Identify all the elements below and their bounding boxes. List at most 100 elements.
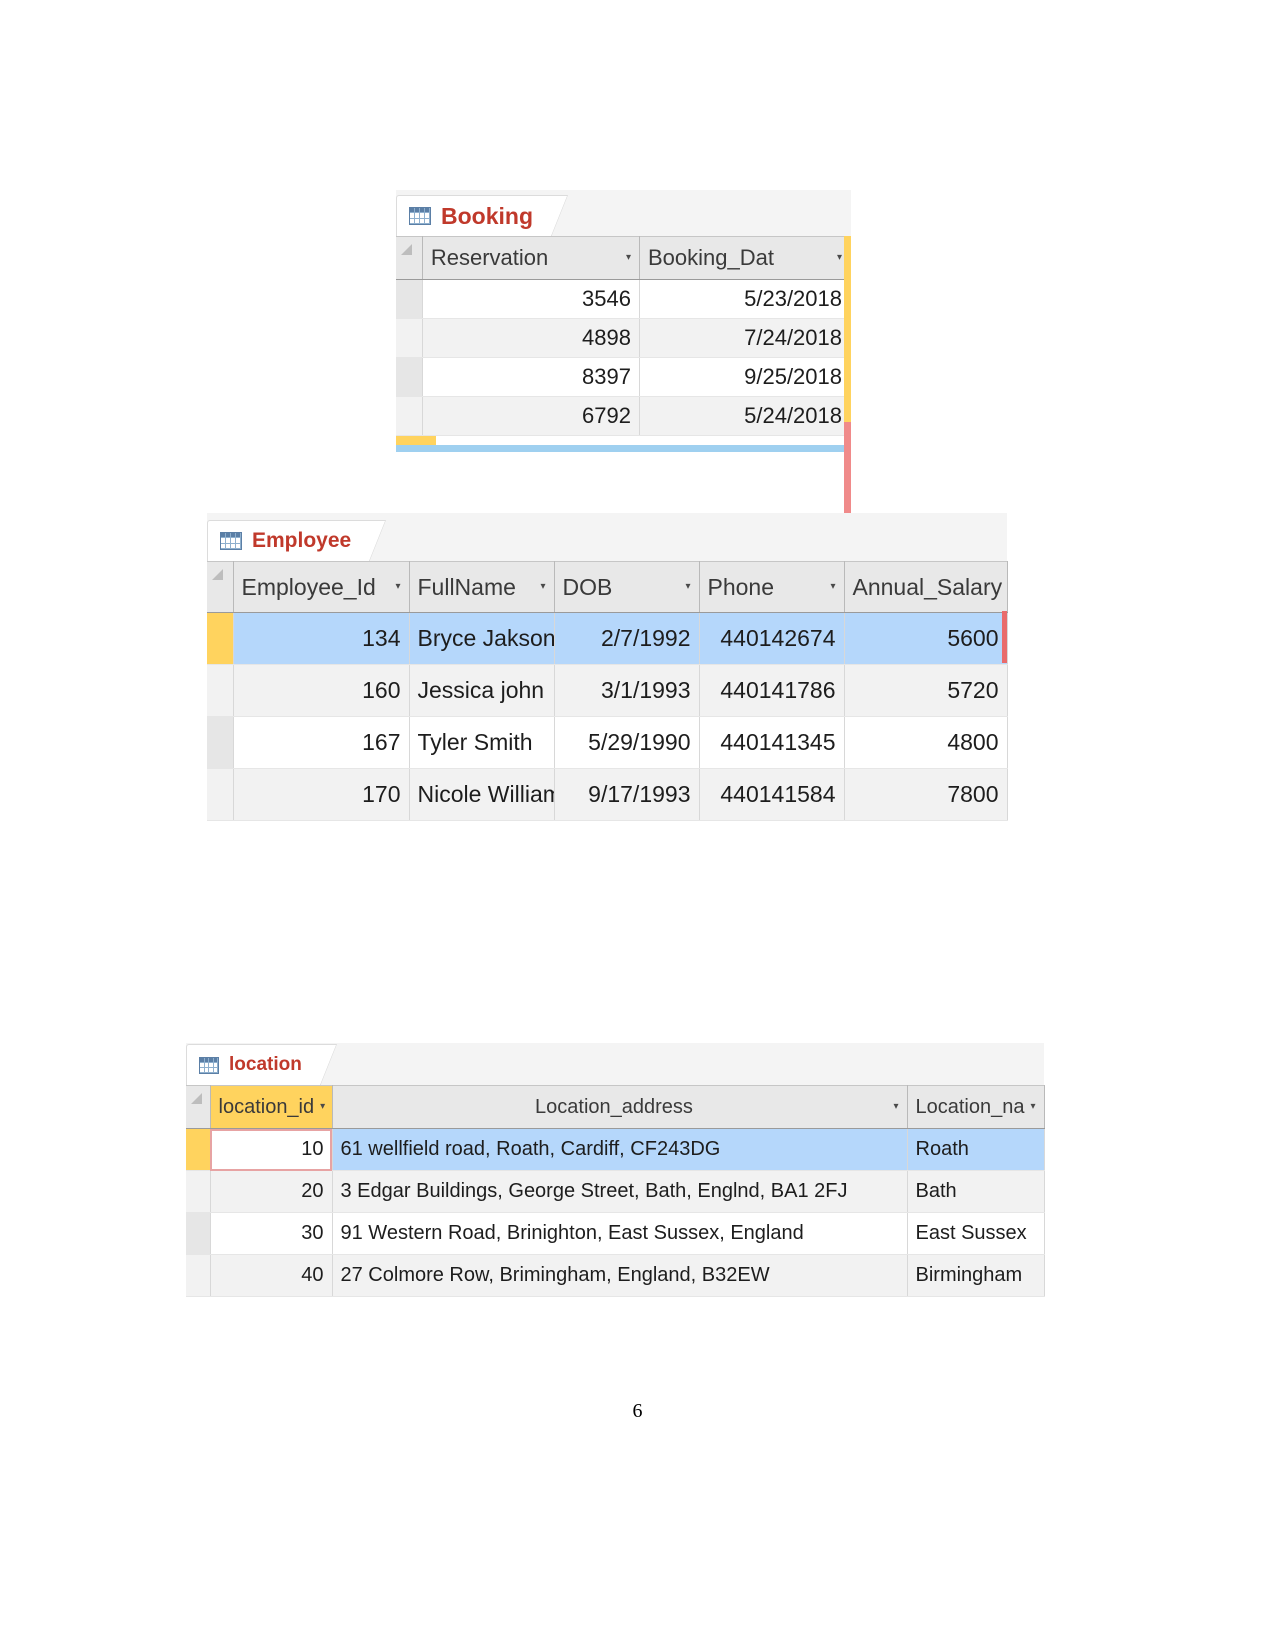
row-selector[interactable]	[186, 1254, 211, 1297]
cell-dob[interactable]: 9/17/1993	[554, 768, 700, 821]
cell-phone[interactable]: 440141345	[699, 716, 845, 769]
row-selector[interactable]	[186, 1170, 211, 1213]
cell-fullname[interactable]: Nicole William	[409, 768, 555, 821]
chevron-down-icon[interactable]: ▾	[837, 253, 842, 263]
column-header-location-name[interactable]: Location_na ▾	[907, 1085, 1045, 1129]
cell-location-name[interactable]: Roath	[907, 1128, 1045, 1171]
tab-label-location: location	[229, 1054, 302, 1075]
booking-datasheet: Booking Reservation ▾ Booking_Dat ▾ 3546…	[396, 190, 852, 606]
column-header-dob[interactable]: DOB ▾	[554, 561, 700, 613]
chevron-down-icon[interactable]: ▾	[540, 582, 545, 592]
cell-phone[interactable]: 440141786	[699, 664, 845, 717]
table-row[interactable]: 134 Bryce Jakson 2/7/1992 440142674 5600	[207, 612, 1008, 665]
row-selector[interactable]	[207, 716, 234, 769]
table-row[interactable]: 20 3 Edgar Buildings, George Street, Bat…	[186, 1170, 1045, 1213]
table-row[interactable]: 6792 5/24/2018	[396, 396, 852, 436]
row-selector-current[interactable]	[207, 612, 234, 665]
column-header-location-id[interactable]: location_id ▾	[210, 1085, 333, 1129]
cell-location-address[interactable]: 3 Edgar Buildings, George Street, Bath, …	[332, 1170, 908, 1213]
cell-location-address[interactable]: 61 wellfield road, Roath, Cardiff, CF243…	[332, 1128, 908, 1171]
table-row[interactable]: 167 Tyler Smith 5/29/1990 440141345 4800	[207, 716, 1008, 769]
table-row[interactable]: 8397 9/25/2018	[396, 357, 852, 397]
cell-annual-salary[interactable]: 5600	[844, 612, 1008, 665]
cell-reservation[interactable]: 4898	[422, 318, 640, 358]
cell-booking-date[interactable]: 5/23/2018	[639, 279, 852, 319]
cell-booking-date[interactable]: 5/24/2018	[639, 396, 852, 436]
chevron-down-icon[interactable]: ▾	[830, 582, 835, 592]
table-row[interactable]: 4898 7/24/2018	[396, 318, 852, 358]
table-row[interactable]: 30 91 Western Road, Brinighton, East Sus…	[186, 1212, 1045, 1255]
cell-reservation[interactable]: 6792	[422, 396, 640, 436]
cell-employee-id[interactable]: 160	[233, 664, 410, 717]
cell-booking-date[interactable]: 9/25/2018	[639, 357, 852, 397]
row-selector[interactable]	[186, 1212, 211, 1255]
booking-grid: Reservation ▾ Booking_Dat ▾ 3546 5/23/20…	[396, 236, 852, 436]
location-grid: location_id ▾ Location_address ▾ Locatio…	[186, 1085, 1045, 1297]
cell-dob[interactable]: 5/29/1990	[554, 716, 700, 769]
cell-annual-salary[interactable]: 4800	[844, 716, 1008, 769]
cell-dob[interactable]: 2/7/1992	[554, 612, 700, 665]
chevron-down-icon[interactable]: ▾	[685, 582, 690, 592]
select-all-corner[interactable]	[396, 236, 423, 280]
cell-fullname[interactable]: Jessica john	[409, 664, 555, 717]
cell-phone[interactable]: 440141584	[699, 768, 845, 821]
select-all-corner[interactable]	[207, 561, 234, 613]
column-header-booking-date[interactable]: Booking_Dat ▾	[639, 236, 852, 280]
row-selector[interactable]	[396, 279, 423, 319]
table-row[interactable]: 170 Nicole William 9/17/1993 440141584 7…	[207, 768, 1008, 821]
location-header-row: location_id ▾ Location_address ▾ Locatio…	[186, 1085, 1045, 1129]
column-header-annual-salary[interactable]: Annual_Salary ▾	[844, 561, 1008, 613]
cell-employee-id[interactable]: 170	[233, 768, 410, 821]
cell-reservation[interactable]: 3546	[422, 279, 640, 319]
cell-booking-date[interactable]: 7/24/2018	[639, 318, 852, 358]
cell-location-id[interactable]: 30	[210, 1212, 333, 1255]
cell-phone[interactable]: 440142674	[699, 612, 845, 665]
column-header-fullname[interactable]: FullName ▾	[409, 561, 555, 613]
table-grid-icon	[409, 207, 431, 225]
select-all-corner[interactable]	[186, 1085, 211, 1129]
column-header-reservation[interactable]: Reservation ▾	[422, 236, 640, 280]
chevron-down-icon[interactable]: ▾	[893, 1102, 898, 1112]
cell-location-name[interactable]: East Sussex	[907, 1212, 1045, 1255]
cell-location-address[interactable]: 91 Western Road, Brinighton, East Sussex…	[332, 1212, 908, 1255]
row-selector[interactable]	[396, 357, 423, 397]
chevron-down-icon[interactable]: ▾	[320, 1102, 325, 1112]
row-selector[interactable]	[396, 396, 423, 436]
table-row[interactable]: 40 27 Colmore Row, Brimingham, England, …	[186, 1254, 1045, 1297]
cell-fullname[interactable]: Tyler Smith	[409, 716, 555, 769]
column-header-phone[interactable]: Phone ▾	[699, 561, 845, 613]
cell-reservation[interactable]: 8397	[422, 357, 640, 397]
cell-annual-salary[interactable]: 5720	[844, 664, 1008, 717]
column-label-annual-salary: Annual_Salary	[852, 573, 1003, 600]
cell-location-id[interactable]: 40	[210, 1254, 333, 1297]
row-selector[interactable]	[207, 664, 234, 717]
row-selector[interactable]	[207, 768, 234, 821]
column-label-location-id: location_id	[218, 1095, 315, 1118]
column-label-phone: Phone	[707, 573, 775, 600]
column-header-location-address[interactable]: Location_address ▾	[332, 1085, 908, 1129]
row-selector[interactable]	[396, 318, 423, 358]
cell-employee-id[interactable]: 134	[233, 612, 410, 665]
cell-location-name[interactable]: Birmingham	[907, 1254, 1045, 1297]
table-row[interactable]: 160 Jessica john 3/1/1993 440141786 5720	[207, 664, 1008, 717]
cell-fullname[interactable]: Bryce Jakson	[409, 612, 555, 665]
cell-location-id[interactable]: 20	[210, 1170, 333, 1213]
table-row[interactable]: 3546 5/23/2018	[396, 279, 852, 319]
column-header-employee-id[interactable]: Employee_Id ▾	[233, 561, 410, 613]
cell-location-name[interactable]: Bath	[907, 1170, 1045, 1213]
table-row[interactable]: 10 61 wellfield road, Roath, Cardiff, CF…	[186, 1128, 1045, 1171]
chevron-down-icon[interactable]: ▾	[1030, 1102, 1035, 1112]
row-selector-current[interactable]	[186, 1128, 211, 1171]
cell-employee-id[interactable]: 167	[233, 716, 410, 769]
cell-dob[interactable]: 3/1/1993	[554, 664, 700, 717]
right-edge-marker	[844, 236, 851, 436]
cell-annual-salary[interactable]: 7800	[844, 768, 1008, 821]
cell-location-id[interactable]: 10	[210, 1128, 333, 1171]
tab-booking[interactable]: Booking	[396, 195, 552, 236]
table-grid-icon	[199, 1056, 219, 1074]
tab-employee[interactable]: Employee	[207, 520, 371, 561]
cell-location-address[interactable]: 27 Colmore Row, Brimingham, England, B32…	[332, 1254, 908, 1297]
chevron-down-icon[interactable]: ▾	[626, 253, 631, 263]
tab-location[interactable]: location	[186, 1044, 321, 1085]
chevron-down-icon[interactable]: ▾	[395, 582, 400, 592]
